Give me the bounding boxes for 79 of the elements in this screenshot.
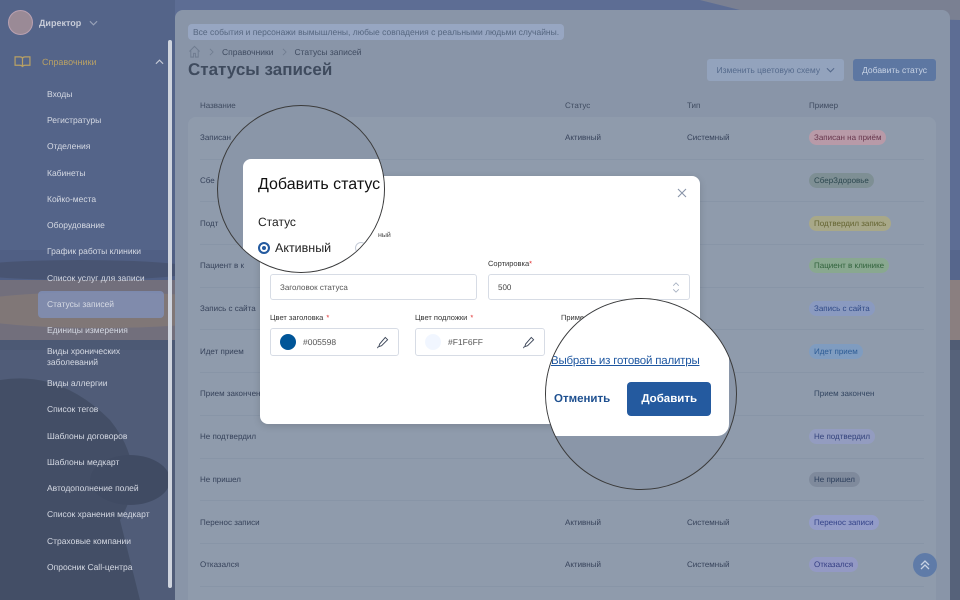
chevron-down-icon: [89, 20, 98, 26]
add-button[interactable]: Добавить: [627, 382, 712, 416]
sidebar-item[interactable]: Кабинеты: [38, 160, 164, 186]
sidebar-item[interactable]: Список тегов: [38, 396, 164, 423]
column-header: Название: [200, 100, 236, 110]
title-input[interactable]: Заголовок статуса: [270, 274, 477, 300]
column-header: Пример: [809, 100, 838, 110]
sidebar-item[interactable]: Список услуг для записи: [38, 265, 164, 292]
status-tag: СберЗдоровье: [809, 173, 874, 188]
user-menu[interactable]: Директор: [39, 18, 98, 28]
close-button[interactable]: [677, 188, 688, 199]
color-field[interactable]: #005598: [270, 328, 399, 356]
breadcrumb-link[interactable]: Справочники: [222, 46, 274, 56]
sidebar-item[interactable]: Виды хронических заболеваний: [38, 344, 164, 370]
table-cell: Не пришел: [200, 474, 241, 484]
table-cell: Системный: [687, 560, 730, 570]
page-title: Статусы записей: [188, 60, 332, 80]
chevron-up-icon: [155, 58, 164, 64]
status-tag: Идет прием: [809, 344, 863, 359]
field-label: Статус: [258, 215, 297, 229]
status-tag: Отказался: [809, 557, 858, 572]
table-cell: Прием закончен: [200, 389, 260, 398]
chevron-down-icon: [826, 67, 836, 73]
sidebar-item[interactable]: Входы: [38, 81, 164, 108]
chevron-right-icon: [282, 48, 286, 56]
double-chevron-up-icon: [919, 559, 931, 571]
cancel-button[interactable]: Отменить: [551, 393, 614, 405]
table-cell: Активный: [565, 133, 601, 142]
add-status-button[interactable]: Добавить статус: [853, 59, 936, 81]
table-cell: Идет прием: [200, 346, 244, 356]
scrollbar[interactable]: [168, 40, 172, 588]
table-cell: Отказался: [200, 560, 240, 570]
dialog-title: Добавить статус: [258, 176, 382, 194]
notice-banner: Все события и персонажи вымышлены, любые совпадения с реальными людьми случайны.: [188, 24, 564, 40]
status-tag: Пациент в клинике: [809, 258, 890, 274]
status-tag: Не подтвердил: [809, 429, 876, 444]
sidebar-item[interactable]: Шаблоны договоров: [38, 422, 164, 450]
status-tag: Не пришел: [809, 472, 860, 487]
table-cell: Системный: [687, 518, 730, 527]
status-tag: Подтвердил запись: [809, 216, 892, 231]
sidebar-item[interactable]: Опросник Call-центра: [38, 554, 164, 581]
column-header: Тип: [687, 100, 700, 110]
status-tag: Перенос записи: [809, 514, 879, 530]
sidebar-item[interactable]: Список хранения медкарт: [38, 502, 164, 528]
spinner-icon: [672, 280, 680, 294]
table-cell: Записан: [200, 133, 231, 142]
book-icon: [14, 55, 31, 68]
status-tag: Записан на приём: [809, 130, 886, 146]
sidebar-item[interactable]: Виды аллергии: [38, 370, 164, 397]
table-cell: Не подтвердил: [200, 432, 256, 442]
sidebar-item[interactable]: Регистратуры: [38, 107, 164, 134]
palette-link[interactable]: Выбрать из готовой палитры: [551, 355, 729, 367]
color-field[interactable]: #F1F6FF: [415, 328, 545, 356]
table-cell: Пациент в к: [200, 261, 244, 270]
sidebar-item[interactable]: Автодополнение полей: [38, 475, 164, 502]
sidebar-item[interactable]: Отделения: [38, 134, 164, 160]
status-tag: Запись с сайта: [809, 301, 875, 316]
pipette-icon: [522, 336, 535, 348]
table-cell: Перенос записи: [200, 518, 260, 527]
sidebar-item[interactable]: График работы клиники: [38, 238, 164, 266]
sidebar-item[interactable]: Страховые компании: [38, 528, 164, 554]
close-icon: [677, 188, 687, 198]
home-icon: [188, 45, 201, 58]
table-cell: Подт: [200, 218, 218, 228]
sidebar-item[interactable]: Статусы записей: [38, 291, 164, 318]
column-header: Статус: [565, 100, 590, 110]
table-cell: Запись с сайта: [200, 304, 256, 314]
radio-button[interactable]: Активный: [258, 241, 332, 255]
table-cell: Сбе: [200, 176, 215, 186]
breadcrumb-link[interactable]: Статусы записей: [294, 46, 362, 56]
table-cell: Активный: [565, 518, 601, 527]
pipette-icon: [376, 336, 389, 348]
sidebar-item[interactable]: Койко-места: [38, 186, 164, 212]
sidebar-item[interactable]: Шаблоны медкарт: [38, 449, 164, 476]
sidebar-item[interactable]: Оборудование: [38, 212, 164, 239]
sidebar-item[interactable]: Единицы измерения: [38, 318, 164, 344]
table-cell: Активный: [565, 560, 601, 570]
table-cell: Системный: [687, 133, 730, 142]
chevron-right-icon: [209, 48, 214, 56]
